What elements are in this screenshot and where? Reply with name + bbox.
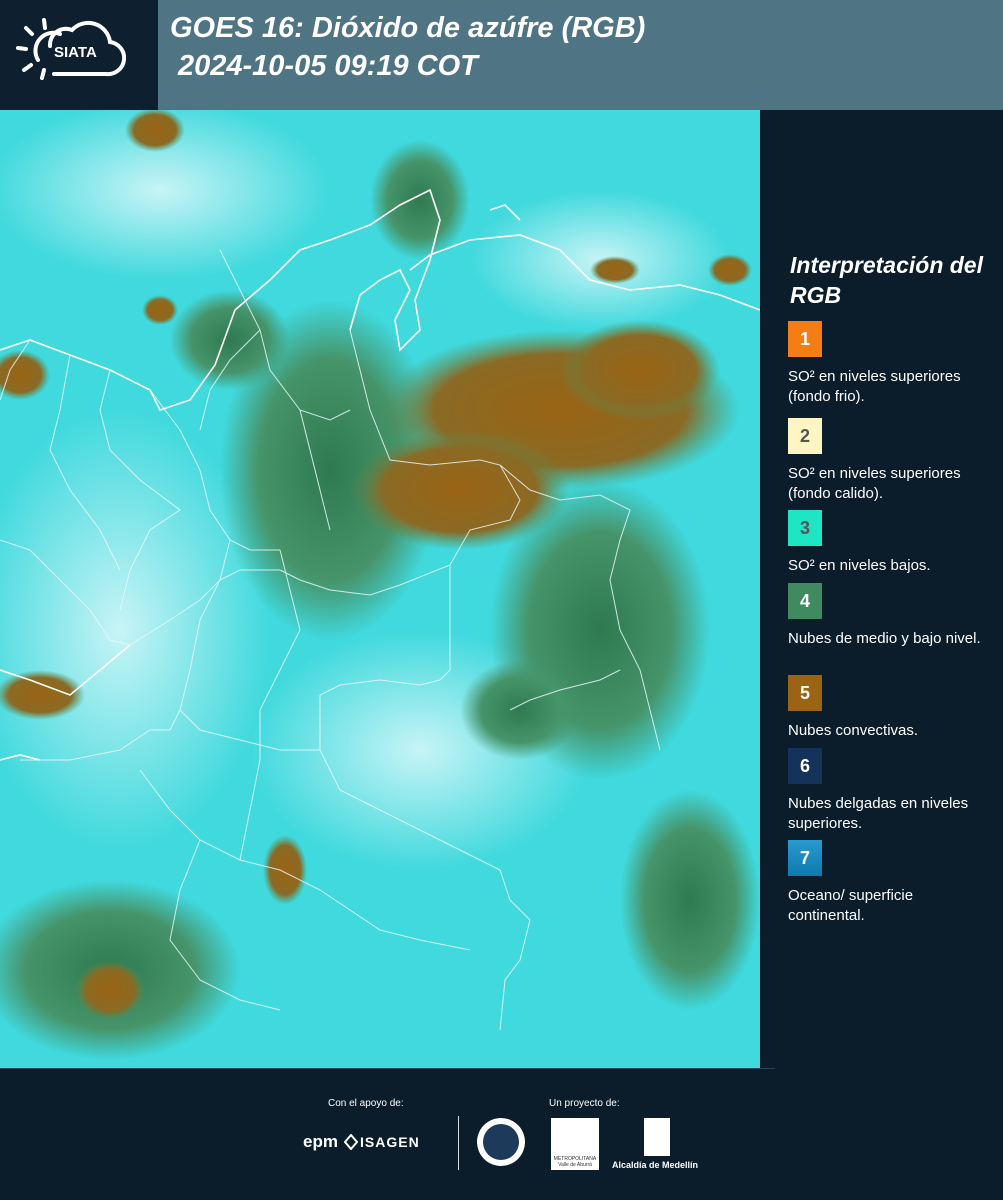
satellite-map[interactable] (0, 110, 760, 1070)
legend-swatch-1: 1 (788, 321, 822, 357)
medellin-seal-logo (477, 1118, 525, 1166)
legend-label-4: Nubes de medio y bajo nivel. (788, 630, 981, 647)
alcaldia-label: Alcaldía de Medellín (612, 1160, 699, 1170)
page-timestamp: 2024-10-05 09:19 COT (178, 50, 478, 82)
legend-title: Interpretación del RGB (790, 252, 983, 308)
legend-swatch-4: 4 (788, 583, 822, 619)
legend-swatch-5: 5 (788, 675, 822, 711)
legend-swatch-3: 3 (788, 510, 822, 546)
alcaldia-shield-logo (644, 1118, 670, 1156)
support-label: Con el apoyo de: (328, 1098, 404, 1109)
legend-item-2: 2 SO² en niveles superiores (fondo calid… (788, 418, 988, 504)
legend-swatch-2: 2 (788, 418, 822, 454)
logo-arrow (125, 0, 157, 110)
legend-swatch-7: 7 (788, 840, 822, 876)
footer: Con el apoyo de: Un proyecto de: epm ISA… (0, 1068, 1003, 1200)
legend-label-1: SO² en niveles superiores (fondo frio). (788, 368, 961, 405)
legend-item-6: 6 Nubes delgadas en niveles superiores. (788, 748, 988, 834)
page-title: GOES 16: Dióxido de azúfre (RGB) (170, 12, 646, 44)
legend-item-1: 1 SO² en niveles superiores (fondo frio)… (788, 321, 988, 407)
project-label: Un proyecto de: (549, 1098, 620, 1109)
legend-item-7: 7 Oceano/ superficie continental. (788, 840, 988, 926)
legend-item-4: 4 Nubes de medio y bajo nivel. (788, 583, 988, 649)
legend-panel: Interpretación del RGB 1 SO² en niveles … (760, 110, 1003, 1068)
legend-swatch-6: 6 (788, 748, 822, 784)
area-metropolitana-logo: METROPOLITANA Valle de Aburrá (551, 1118, 599, 1170)
logo-text: SIATA (54, 44, 97, 61)
isagen-logo: ISAGEN (360, 1134, 420, 1150)
header: SIATA GOES 16: Dióxido de azúfre (RGB) 2… (0, 0, 1003, 110)
legend-label-2: SO² en niveles superiores (fondo calido)… (788, 465, 961, 502)
isagen-mark-icon (344, 1134, 358, 1150)
legend-label-5: Nubes convectivas. (788, 722, 919, 739)
legend-label-6: Nubes delgadas en niveles superiores. (788, 795, 969, 832)
footer-divider-line (0, 1068, 775, 1069)
legend-label-3: SO² en niveles bajos. (788, 557, 931, 574)
footer-vertical-divider (458, 1116, 459, 1170)
map-image (0, 110, 760, 1070)
legend-item-3: 3 SO² en niveles bajos. (788, 510, 988, 576)
legend-item-5: 5 Nubes convectivas. (788, 675, 988, 741)
epm-logo: epm (303, 1132, 338, 1151)
legend-label-7: Oceano/ superficie continental. (788, 887, 914, 924)
